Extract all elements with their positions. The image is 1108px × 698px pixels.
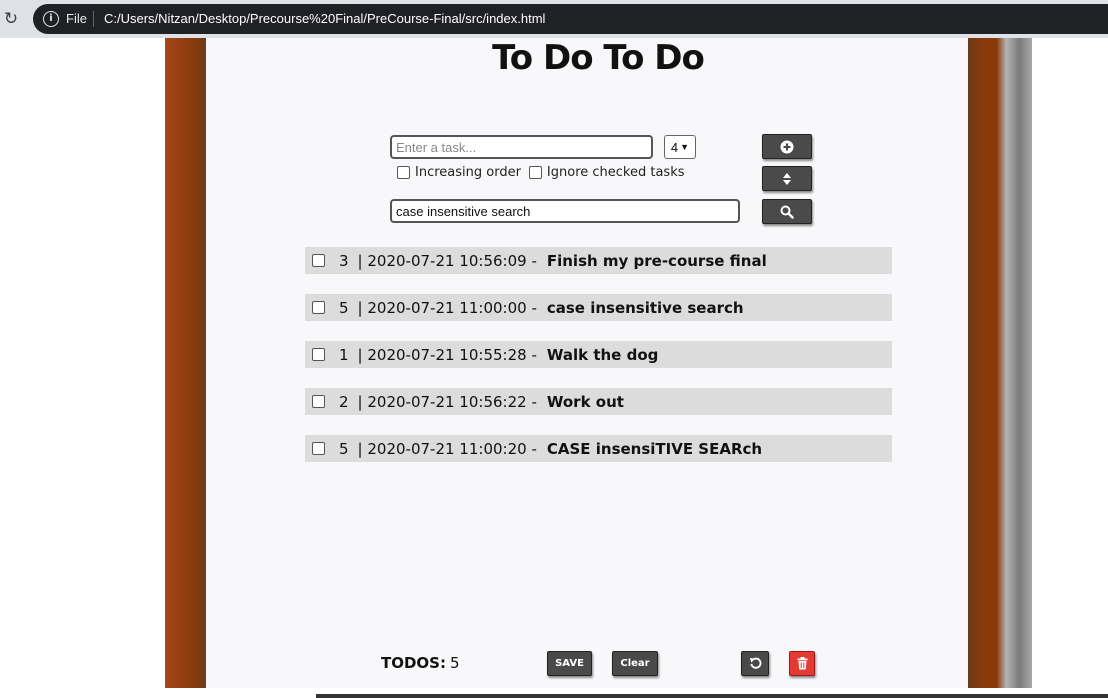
todo-priority: 3 [339, 251, 349, 270]
address-bar[interactable]: i File C:/Users/Nitzan/Desktop/Precourse… [33, 4, 1108, 34]
info-icon[interactable]: i [43, 11, 59, 27]
save-button-label: SAVE [555, 658, 584, 669]
todo-counter-value: 5 [450, 654, 460, 672]
delete-all-button[interactable] [789, 651, 815, 676]
sort-icon [783, 172, 791, 185]
todo-counter: TODOS: 5 [381, 654, 460, 672]
ignore-checked-label: Ignore checked tasks [546, 165, 685, 180]
sort-button[interactable] [762, 166, 812, 191]
plus-circle-icon [780, 140, 794, 153]
increasing-order-checkbox[interactable] [397, 166, 410, 179]
options-row: Increasing order Ignore checked tasks [397, 165, 693, 180]
ignore-checked-checkbox[interactable] [528, 166, 542, 179]
reload-icon[interactable]: ↻ [0, 8, 22, 30]
search-input[interactable] [390, 199, 740, 223]
trash-icon [797, 657, 807, 670]
clear-button-label: Clear [620, 658, 650, 669]
todo-item: 2 | 2020-07-21 10:56:22 - Work out [305, 388, 892, 415]
page-title: To Do To Do [492, 38, 705, 78]
clear-button[interactable]: Clear [612, 651, 658, 676]
todo-text: Work out [546, 392, 624, 411]
todo-date: | 2020-07-21 10:56:09 - [357, 251, 537, 270]
undo-button[interactable] [741, 651, 769, 676]
todo-checkbox[interactable] [312, 254, 325, 267]
todo-text: case insensitive search [546, 298, 744, 317]
ignore-checked-option[interactable]: Ignore checked tasks [528, 165, 685, 180]
undo-icon [749, 657, 761, 669]
todo-counter-label: TODOS: [381, 654, 446, 672]
todo-checkbox[interactable] [312, 395, 325, 408]
search-button[interactable] [762, 199, 812, 224]
task-input[interactable] [390, 135, 653, 159]
search-icon [780, 205, 794, 219]
todo-date: | 2020-07-21 11:00:00 - [357, 298, 537, 317]
todo-item: 3 | 2020-07-21 10:56:09 - Finish my pre-… [305, 247, 892, 274]
priority-select[interactable]: 4 ▼ [664, 135, 696, 159]
todo-text: CASE insensiTIVE SEARch [546, 439, 763, 458]
add-button[interactable] [762, 134, 812, 159]
todo-priority: 2 [339, 392, 349, 411]
todo-checkbox[interactable] [312, 348, 325, 361]
todo-item: 1 | 2020-07-21 10:55:28 - Walk the dog [305, 341, 892, 368]
todo-checkbox[interactable] [312, 301, 325, 314]
increasing-order-label: Increasing order [415, 165, 521, 180]
todo-date: | 2020-07-21 10:55:28 - [357, 345, 537, 364]
todo-item: 5 | 2020-07-21 11:00:00 - case insensiti… [305, 294, 892, 321]
todo-text: Finish my pre-course final [546, 251, 767, 270]
increasing-order-option[interactable]: Increasing order [397, 165, 521, 180]
address-url[interactable]: C:/Users/Nitzan/Desktop/Precourse%20Fina… [104, 11, 545, 26]
save-button[interactable]: SAVE [547, 651, 592, 676]
taskbar-edge [316, 694, 1108, 698]
todo-text: Walk the dog [546, 345, 659, 364]
todo-priority: 5 [339, 439, 349, 458]
todo-priority: 1 [339, 345, 349, 364]
todo-item: 5 | 2020-07-21 11:00:20 - CASE insensiTI… [305, 435, 892, 462]
wood-frame-right [968, 38, 1032, 688]
address-scheme-label: File [66, 11, 87, 26]
browser-toolbar: ↻ i File C:/Users/Nitzan/Desktop/Precour… [0, 0, 1108, 38]
bottom-strip [0, 688, 1108, 698]
todo-date: | 2020-07-21 11:00:20 - [357, 439, 537, 458]
address-separator [93, 11, 94, 27]
todo-priority: 5 [339, 298, 349, 317]
todo-checkbox[interactable] [312, 442, 325, 455]
priority-select-value: 4 [670, 139, 679, 155]
chevron-down-icon: ▼ [680, 142, 690, 152]
todo-date: | 2020-07-21 10:56:22 - [357, 392, 537, 411]
